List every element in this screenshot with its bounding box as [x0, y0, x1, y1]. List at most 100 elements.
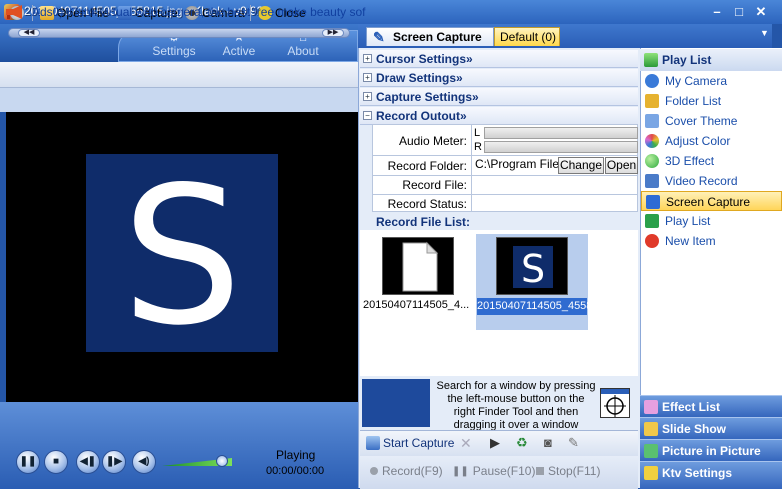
section-label: Draw Settings»: [376, 71, 463, 85]
sidebar-item-label: Folder List: [665, 94, 722, 108]
film-icon: [645, 174, 659, 188]
meter-left-label: L: [474, 127, 481, 139]
sidebar-item-cover-theme[interactable]: Cover Theme: [641, 111, 782, 131]
file-name[interactable]: 20150407114505_4...: [363, 299, 473, 311]
recycle-icon[interactable]: ♻: [516, 435, 528, 451]
megaphone-icon: [6, 5, 22, 19]
letter-s-graphic: S: [122, 154, 243, 352]
audio-meter-right: [484, 141, 638, 153]
expand-icon: +: [363, 92, 372, 101]
sidebar-item-label: Cover Theme: [665, 114, 738, 128]
section-cursor-settings[interactable]: + Cursor Settings»: [360, 50, 638, 68]
palette-icon: [645, 134, 659, 148]
volume-knob[interactable]: [215, 455, 228, 467]
sidebar-item-play-list[interactable]: Play List: [641, 211, 782, 231]
category-label: Picture in Picture: [662, 444, 761, 458]
section-label: Cursor Settings»: [376, 52, 473, 66]
sidebar-item-label: Play List: [665, 214, 711, 228]
globe-icon: [645, 154, 659, 168]
video-display[interactable]: S: [6, 112, 358, 402]
record-status-label: Record Status:: [387, 197, 467, 211]
camera-icon: [645, 74, 659, 88]
list-icon: [645, 214, 659, 228]
folder-icon: [645, 94, 659, 108]
finder-tool[interactable]: [600, 388, 630, 418]
capture-icon: [366, 436, 380, 450]
minimize-button[interactable]: –: [708, 5, 726, 19]
sidebar-item-my-camera[interactable]: My Camera: [641, 71, 782, 91]
sidebar-item-screen-capture[interactable]: Screen Capture: [641, 191, 782, 211]
window-preview-box: [362, 379, 430, 427]
effect-icon: [644, 400, 658, 414]
camera-snapshot-icon[interactable]: ◙: [544, 435, 552, 450]
seek-forward-button[interactable]: ▶▶: [322, 29, 344, 37]
file-name-selected[interactable]: 20150407114505_455815.jpg: [477, 298, 622, 315]
pause-button[interactable]: ❚❚: [16, 450, 40, 474]
main-toolbar: [0, 62, 358, 88]
next-button[interactable]: ❚▶: [102, 450, 126, 474]
file-thumbnail-selected[interactable]: S: [496, 237, 568, 295]
sidebar-item-video-record[interactable]: Video Record: [641, 171, 782, 191]
sidebar-item-new-item[interactable]: New Item: [641, 231, 782, 251]
cancel-icon[interactable]: ✕: [460, 435, 472, 452]
sidebar-item-3d-effect[interactable]: 3D Effect: [641, 151, 782, 171]
category-label: Slide Show: [662, 422, 727, 436]
category-slide-show[interactable]: Slide Show: [640, 417, 782, 439]
chevron-down-icon[interactable]: ▼: [760, 28, 772, 44]
start-capture-button[interactable]: Start Capture: [366, 435, 454, 451]
pen-icon[interactable]: ✎: [568, 435, 579, 451]
expand-icon: +: [363, 54, 372, 63]
section-label: Capture Settings»: [376, 90, 479, 104]
svg-text:S: S: [122, 154, 243, 352]
record-file-list-label: Record File List:: [376, 215, 471, 229]
ads-marquee-text[interactable]: Ads0) Klaok virtual web camera, the best…: [32, 5, 366, 19]
open-folder-button[interactable]: Open: [605, 157, 638, 174]
music-note-icon: [644, 466, 658, 480]
sidebar-item-label: 3D Effect: [665, 154, 715, 168]
pause-record-button[interactable]: ❚❚ Pause(F10): [452, 464, 535, 478]
record-icon: [370, 467, 378, 475]
category-label: Ktv Settings: [662, 466, 733, 480]
section-capture-settings[interactable]: + Capture Settings»: [360, 88, 638, 106]
seek-bar[interactable]: [8, 28, 350, 38]
theme-icon: [645, 114, 659, 128]
record-button[interactable]: Record(F9): [370, 464, 443, 478]
record-folder-field[interactable]: C:\Program File: [472, 157, 558, 173]
audio-meter-left: [484, 127, 638, 139]
section-record-output[interactable]: − Record Outout»: [360, 107, 638, 125]
playlist-header[interactable]: Play List: [640, 49, 782, 71]
close-window-button[interactable]: ✕: [752, 5, 770, 19]
playlist-header-label: Play List: [662, 53, 712, 67]
tab-default[interactable]: Default (0): [494, 27, 560, 46]
stop-button[interactable]: ■: [44, 450, 68, 474]
tab-screen-capture-label: Screen Capture: [393, 30, 482, 44]
section-label: Record Outout»: [376, 109, 467, 123]
category-ktv-settings[interactable]: Ktv Settings: [640, 461, 782, 489]
sidebar-item-folder-list[interactable]: Folder List: [641, 91, 782, 111]
sidebar-item-label: My Camera: [665, 74, 728, 88]
sidebar-item-label: New Item: [665, 234, 716, 248]
file-thumbnail[interactable]: [382, 237, 454, 295]
section-draw-settings[interactable]: + Draw Settings»: [360, 69, 638, 87]
stop-record-button[interactable]: Stop(F11): [536, 464, 600, 478]
audio-meter-label: Audio Meter:: [398, 134, 467, 148]
pause-icon: ❚❚: [452, 465, 469, 477]
playback-time: 00:00/00:00: [266, 465, 325, 477]
mute-button[interactable]: ◀): [132, 450, 156, 474]
ads-bar: [0, 88, 358, 112]
category-picture-in-picture[interactable]: Picture in Picture: [640, 439, 782, 461]
category-effect-list[interactable]: Effect List: [640, 395, 782, 417]
maximize-button[interactable]: □: [730, 5, 748, 19]
playback-status: Playing: [276, 448, 316, 462]
tab-screen-capture[interactable]: ✎ Screen Capture: [366, 27, 494, 46]
list-icon: [644, 53, 658, 67]
sidebar-item-adjust-color[interactable]: Adjust Color: [641, 131, 782, 151]
image-thumbnail-icon: S: [513, 246, 553, 291]
change-folder-button[interactable]: Change: [558, 157, 604, 174]
play-icon[interactable]: ▶: [490, 435, 500, 451]
record-folder-label: Record Folder:: [387, 159, 467, 173]
previous-button[interactable]: ◀❚: [76, 450, 100, 474]
seek-back-button[interactable]: ◀◀: [18, 29, 40, 37]
crosshair-icon: [604, 395, 626, 417]
add-icon: [645, 234, 659, 248]
